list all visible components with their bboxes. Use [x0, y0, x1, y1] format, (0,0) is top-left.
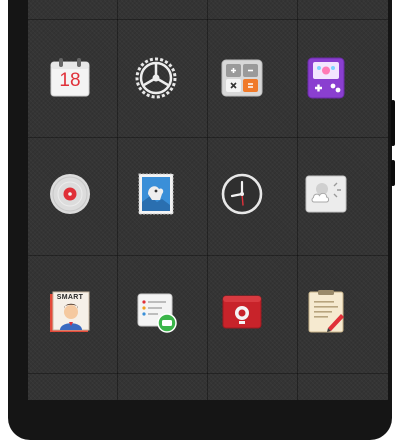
- recorder-app[interactable]: [220, 290, 264, 334]
- power-button: [391, 160, 395, 186]
- clock-app[interactable]: [220, 172, 264, 216]
- calculator-app[interactable]: [220, 56, 264, 100]
- game-app[interactable]: [304, 56, 348, 100]
- calculator-icon: [221, 59, 263, 97]
- home-screen: 18 SMART: [28, 0, 388, 400]
- volume-button: [391, 100, 395, 146]
- calendar-date: 18: [59, 70, 81, 91]
- contacts-app[interactable]: SMART: [48, 290, 92, 334]
- music-disc-icon: [50, 174, 90, 214]
- weather-app[interactable]: [304, 172, 348, 216]
- contact-card-label: SMART: [56, 294, 84, 301]
- messaging-app[interactable]: [134, 290, 178, 334]
- calendar-app[interactable]: 18: [48, 56, 92, 100]
- game-console-icon: [307, 57, 345, 99]
- notes-app[interactable]: [304, 290, 348, 334]
- gallery-app[interactable]: [134, 172, 178, 216]
- recorder-icon: [222, 295, 262, 329]
- notepad-icon: [308, 290, 344, 333]
- gear-icon: [135, 57, 177, 99]
- music-app[interactable]: [48, 172, 92, 216]
- message-icon: [137, 293, 177, 333]
- weather-icon: [305, 175, 347, 213]
- settings-app[interactable]: [134, 56, 178, 100]
- clock-icon: [221, 173, 263, 215]
- photo-stamp-icon: [138, 173, 174, 215]
